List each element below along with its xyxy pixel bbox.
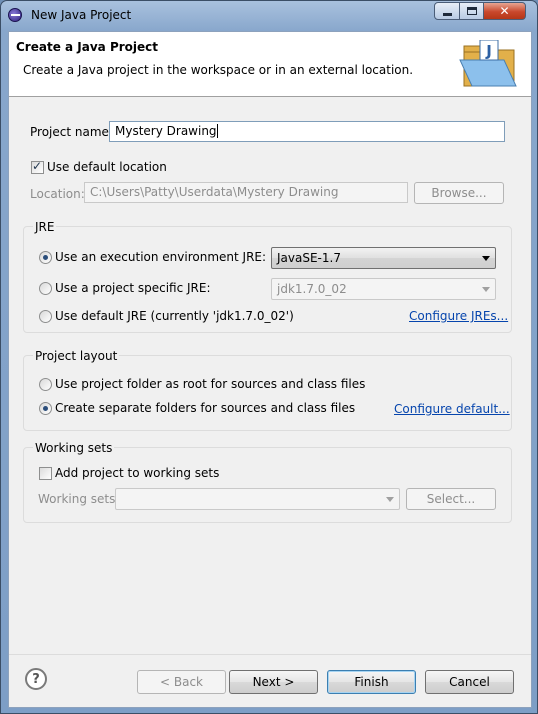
minimize-icon bbox=[442, 12, 452, 16]
back-button[interactable]: < Back bbox=[137, 670, 226, 694]
wizard-header: Create a Java Project Create a Java proj… bbox=[9, 32, 531, 97]
title-bar[interactable]: New Java Project ✕ bbox=[1, 1, 537, 29]
dialog-window: New Java Project ✕ Create a Java Project… bbox=[0, 0, 538, 714]
eclipse-icon bbox=[8, 8, 22, 22]
jre-specific-radio[interactable] bbox=[39, 282, 52, 295]
location-input[interactable]: C:\Users\Patty\Userdata\Mystery Drawing bbox=[84, 182, 408, 203]
minimize-button[interactable] bbox=[434, 2, 460, 20]
maximize-icon bbox=[466, 7, 477, 15]
layout-root-radio[interactable] bbox=[39, 378, 52, 391]
working-sets-group bbox=[23, 447, 512, 523]
select-working-sets-button[interactable]: Select... bbox=[406, 488, 496, 510]
svg-text:J: J bbox=[485, 42, 492, 60]
project-name-label: Project name: bbox=[30, 125, 113, 139]
project-layout-group bbox=[23, 355, 512, 431]
help-icon[interactable]: ? bbox=[25, 668, 47, 690]
footer-divider bbox=[9, 654, 531, 655]
cancel-button[interactable]: Cancel bbox=[425, 670, 514, 694]
window-title: New Java Project bbox=[31, 8, 132, 22]
layout-separate-radio[interactable] bbox=[39, 402, 52, 415]
jre-default-label: Use default JRE (currently 'jdk1.7.0_02'… bbox=[55, 309, 294, 323]
layout-separate-label: Create separate folders for sources and … bbox=[55, 401, 356, 415]
jre-env-radio[interactable] bbox=[39, 251, 52, 264]
working-sets-legend: Working sets bbox=[33, 441, 115, 455]
close-icon: ✕ bbox=[499, 4, 510, 18]
working-sets-select[interactable] bbox=[115, 488, 400, 510]
dialog-client: Create a Java Project Create a Java proj… bbox=[8, 31, 532, 708]
close-button[interactable]: ✕ bbox=[483, 2, 526, 20]
project-name-input[interactable]: Mystery Drawing bbox=[109, 121, 505, 142]
java-folder-icon: J bbox=[459, 40, 517, 87]
working-sets-label: Working sets: bbox=[38, 492, 120, 506]
jre-legend: JRE bbox=[33, 220, 57, 234]
finish-button[interactable]: Finish bbox=[327, 670, 416, 694]
configure-jres-link[interactable]: Configure JREs... bbox=[409, 309, 508, 323]
page-title: Create a Java Project bbox=[16, 40, 159, 54]
use-default-location-label: Use default location bbox=[47, 160, 167, 174]
add-to-working-sets-checkbox[interactable] bbox=[39, 467, 52, 480]
jre-default-radio[interactable] bbox=[39, 310, 52, 323]
configure-default-link[interactable]: Configure default... bbox=[394, 402, 510, 416]
jre-env-label: Use an execution environment JRE: bbox=[55, 250, 267, 264]
browse-button[interactable]: Browse... bbox=[414, 182, 504, 204]
jre-specific-label: Use a project specific JRE: bbox=[55, 281, 211, 295]
page-description: Create a Java project in the workspace o… bbox=[23, 63, 414, 77]
chevron-down-icon bbox=[386, 497, 394, 502]
chevron-down-icon bbox=[482, 287, 490, 292]
use-default-location-checkbox[interactable] bbox=[31, 159, 44, 174]
location-label: Location: bbox=[30, 187, 85, 201]
jre-env-select[interactable]: JavaSE-1.7 bbox=[271, 247, 496, 269]
add-to-working-sets-label: Add project to working sets bbox=[55, 466, 220, 480]
jre-specific-select[interactable]: jdk1.7.0_02 bbox=[271, 278, 496, 300]
project-layout-legend: Project layout bbox=[33, 349, 120, 363]
maximize-button[interactable] bbox=[459, 2, 484, 20]
chevron-down-icon bbox=[482, 256, 490, 261]
layout-root-label: Use project folder as root for sources a… bbox=[55, 377, 366, 391]
next-button[interactable]: Next > bbox=[229, 670, 318, 694]
